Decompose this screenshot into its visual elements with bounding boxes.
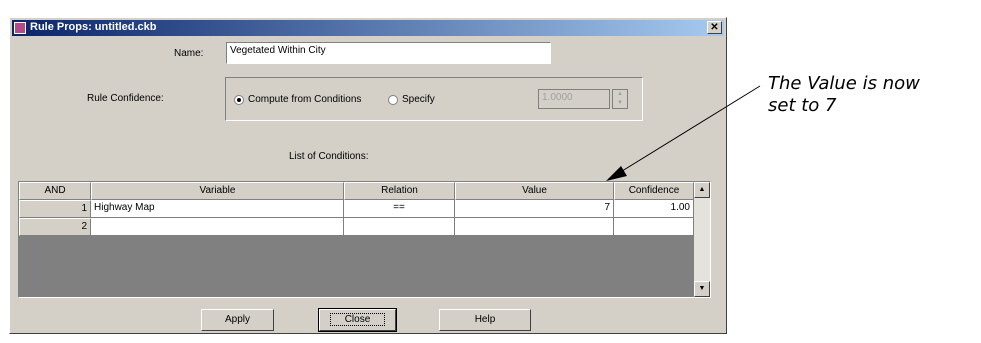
annotation-line-1: The Value is now (768, 73, 920, 94)
annotation-line-2: set to 7 (768, 95, 837, 116)
annotation-callout: The Value is now set to 7 (768, 73, 920, 117)
annotation-arrowhead (606, 166, 627, 181)
annotation-arrow (606, 85, 761, 181)
annotation-arrow-line (613, 85, 761, 177)
